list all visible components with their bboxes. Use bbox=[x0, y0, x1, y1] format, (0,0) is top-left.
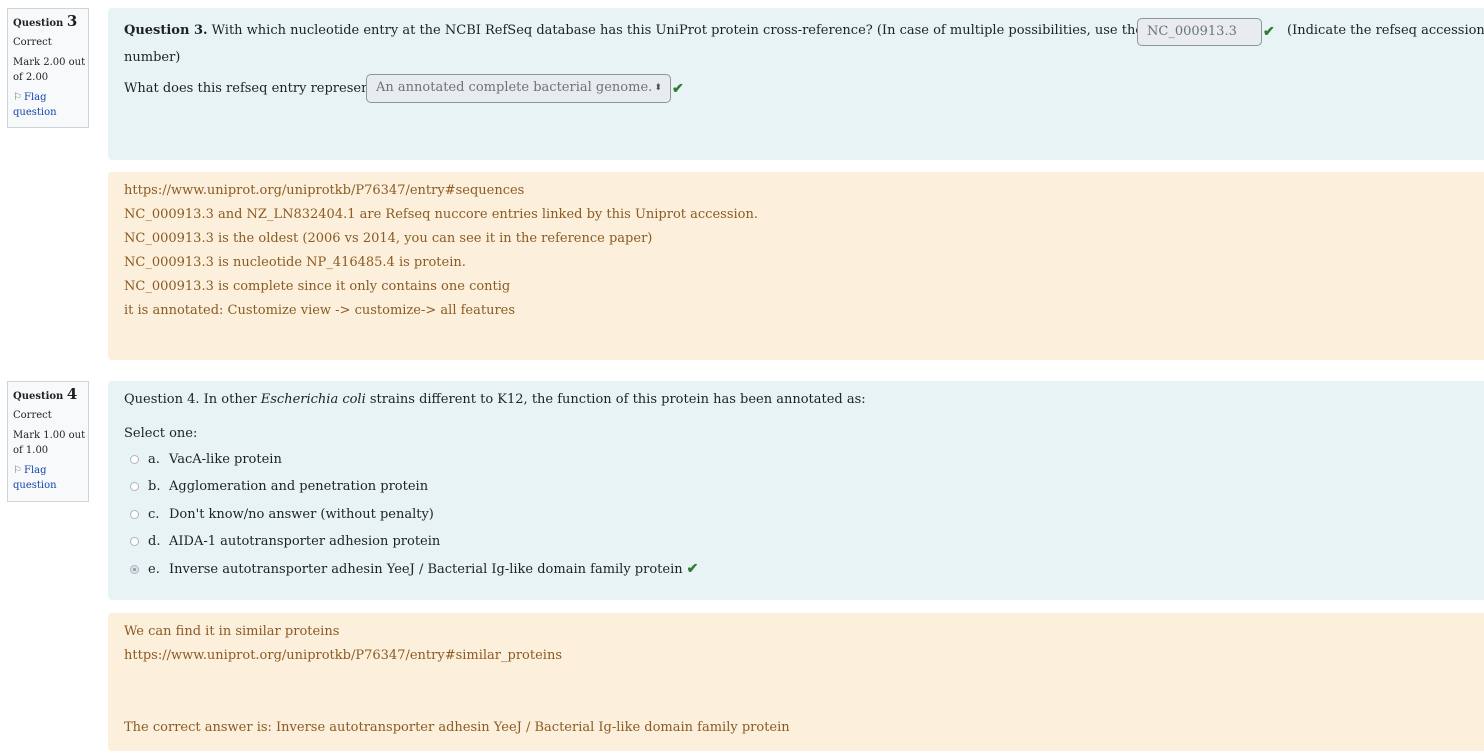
check-icon: ✔ bbox=[672, 81, 684, 97]
answer-option-d[interactable]: d. AIDA-1 autotransporter adhesion prote… bbox=[130, 534, 440, 549]
question-grade: Mark 1.00 out of 1.00 bbox=[13, 430, 86, 456]
question-formulation-q3: Question 3. With which nucleotide entry … bbox=[108, 8, 1484, 160]
feedback-line: NC_000913.3 is complete since it only co… bbox=[124, 279, 511, 294]
question-number: Question 4 bbox=[13, 385, 78, 403]
question-info-q4: Question 4 Correct Mark 1.00 out of 1.00 … bbox=[7, 381, 89, 502]
question-text-wrap: number) bbox=[124, 50, 181, 65]
option-label: VacA-like protein bbox=[169, 452, 282, 467]
option-label: AIDA-1 autotransporter adhesion protein bbox=[169, 534, 441, 549]
feedback-line: https://www.uniprot.org/uniprotkb/P76347… bbox=[124, 183, 525, 198]
select-arrows-icon: ⬍ bbox=[654, 83, 662, 93]
question-text: Question 4. In other Escherichia coli st… bbox=[124, 392, 866, 407]
feedback-line: NC_000913.3 is nucleotide NP_416485.4 is… bbox=[124, 255, 466, 270]
feedback-line: https://www.uniprot.org/uniprotkb/P76347… bbox=[124, 648, 563, 663]
option-label: Don't know/no answer (without penalty) bbox=[169, 507, 434, 522]
option-letter: e. bbox=[148, 561, 160, 577]
question-feedback-q4: We can find it in similar proteins https… bbox=[108, 613, 1484, 751]
question-text: Question 3. With which nucleotide entry … bbox=[124, 23, 1221, 38]
right-answer: The correct answer is: Inverse autotrans… bbox=[124, 720, 790, 735]
feedback-line: NC_000913.3 and NZ_LN832404.1 are Refseq… bbox=[124, 207, 758, 222]
answer-option-b[interactable]: b. Agglomeration and penetration protein bbox=[130, 479, 428, 494]
question-state: Correct bbox=[13, 410, 52, 421]
radio-button[interactable] bbox=[130, 510, 139, 519]
question-number: Question 3 bbox=[13, 12, 78, 30]
option-letter: d. bbox=[148, 534, 161, 549]
radio-button[interactable] bbox=[130, 455, 139, 464]
radio-button-selected[interactable] bbox=[130, 564, 139, 574]
option-label: Agglomeration and penetration protein bbox=[169, 479, 429, 494]
feedback-line: NC_000913.3 is the oldest (2006 vs 2014,… bbox=[124, 231, 653, 246]
feedback-line: We can find it in similar proteins bbox=[124, 624, 340, 639]
question-text-after-input: (Indicate the refseq accession bbox=[1287, 23, 1484, 38]
option-label: Inverse autotransporter adhesin YeeJ / B… bbox=[169, 561, 683, 577]
flag-question-link[interactable]: ⚐ Flag question bbox=[13, 90, 88, 120]
answer-option-e[interactable]: e. Inverse autotransporter adhesin YeeJ … bbox=[130, 561, 698, 577]
sub-question-label: What does this refseq entry represent? bbox=[124, 81, 382, 96]
question-grade: Mark 2.00 out of 2.00 bbox=[13, 57, 86, 83]
radio-button[interactable] bbox=[130, 537, 139, 546]
option-letter: b. bbox=[148, 479, 161, 494]
answer-option-a[interactable]: a. VacA-like protein bbox=[130, 452, 282, 467]
check-icon: ✔ bbox=[686, 561, 699, 577]
question-state: Correct bbox=[13, 37, 52, 48]
question-info-q3: Question 3 Correct Mark 2.00 out of 2.00 … bbox=[7, 8, 89, 128]
radio-button[interactable] bbox=[130, 482, 139, 491]
question-formulation-q4: Question 4. In other Escherichia coli st… bbox=[108, 381, 1484, 600]
flag-question-link[interactable]: ⚐ Flag question bbox=[13, 463, 88, 493]
option-letter: a. bbox=[148, 452, 160, 467]
answer-option-c[interactable]: c. Don't know/no answer (without penalty… bbox=[130, 507, 434, 522]
check-icon: ✔ bbox=[1263, 24, 1275, 40]
feedback-line: it is annotated: Customize view -> custo… bbox=[124, 303, 516, 318]
question-feedback-q3: https://www.uniprot.org/uniprotkb/P76347… bbox=[108, 172, 1484, 360]
option-letter: c. bbox=[148, 507, 160, 522]
refseq-answer-input[interactable]: NC_000913.3 bbox=[1137, 18, 1262, 46]
refseq-type-select[interactable]: An annotated complete bacterial genome. … bbox=[366, 74, 671, 103]
select-one-prompt: Select one: bbox=[124, 426, 198, 441]
